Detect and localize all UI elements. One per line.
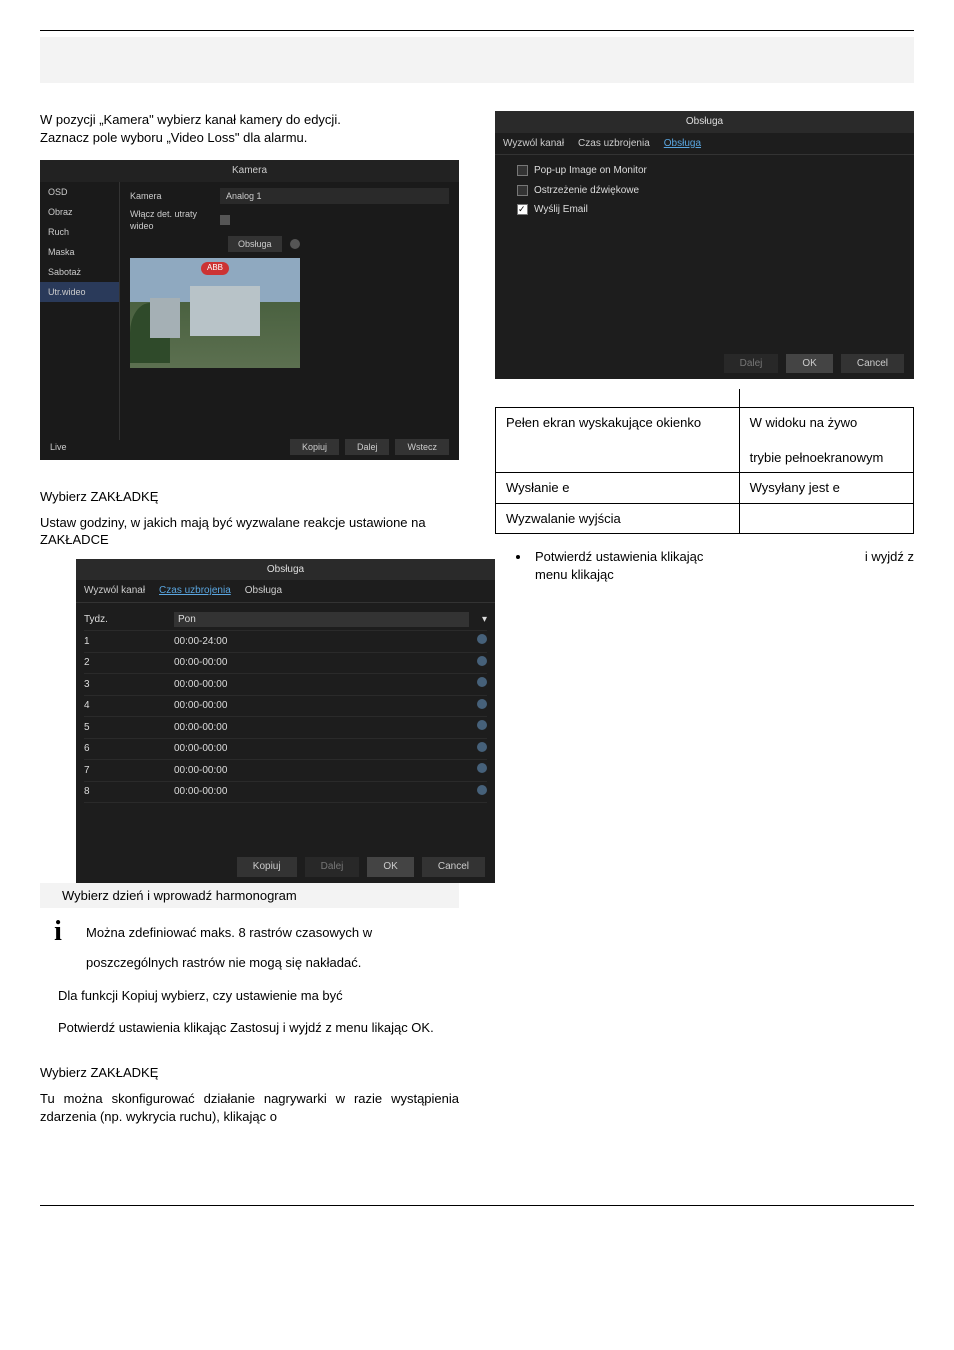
bottom-rule	[40, 1205, 914, 1206]
email-label: Wyślij Email	[534, 203, 588, 217]
tab-handling[interactable]: Obsługa	[245, 584, 282, 598]
gear-icon[interactable]	[477, 742, 487, 752]
time-range[interactable]: 00:00-00:00	[174, 742, 469, 756]
handle-title: Obsługa	[495, 111, 914, 133]
dalej-button[interactable]: Dalej	[724, 354, 779, 374]
time-range[interactable]: 00:00-00:00	[174, 764, 469, 778]
videoloss-label: Włącz det. utraty wideo	[130, 208, 220, 232]
sched-row: 400:00-00:00	[84, 696, 487, 718]
gear-icon[interactable]	[477, 634, 487, 644]
videoloss-checkbox[interactable]	[220, 215, 230, 225]
schedule-caption: Wybierz dzień i wprowadź harmonogram	[40, 883, 459, 909]
handle-button[interactable]: Obsługa	[228, 236, 282, 252]
dalej-button[interactable]: Dalej	[305, 857, 360, 877]
camera-label: Kamera	[130, 190, 220, 202]
desc-cell: Wysłanie e	[496, 473, 740, 504]
ok-button[interactable]: OK	[786, 354, 832, 374]
week-value[interactable]: Pon	[174, 612, 469, 628]
gear-icon[interactable]	[477, 785, 487, 795]
preview-badge: ABB	[201, 262, 229, 275]
screenshot-schedule: Obsługa Wyzwól kanał Czas uzbrojenia Obs…	[76, 559, 495, 883]
top-rule	[40, 30, 914, 31]
screenshot-kamera: Kamera OSDObrazRuchMaskaSabotażUtr.wideo…	[40, 160, 459, 460]
popup-label: Pop-up Image on Monitor	[534, 164, 647, 178]
gear-icon[interactable]	[477, 720, 487, 730]
screenshot-handling: Obsługa Wyzwól kanał Czas uzbrojenia Obs…	[495, 111, 914, 379]
tab-arming-time[interactable]: Czas uzbrojenia	[159, 584, 231, 598]
cancel-button[interactable]: Cancel	[841, 354, 904, 374]
info-icon: i	[40, 918, 76, 946]
sidebar-item[interactable]: OSD	[40, 182, 119, 202]
tab-heading-1: Wybierz ZAKŁADKĘ	[40, 488, 459, 506]
gear-icon[interactable]	[477, 763, 487, 773]
cancel-button[interactable]: Cancel	[422, 857, 485, 877]
time-range[interactable]: 00:00-00:00	[174, 699, 469, 713]
tab-handling[interactable]: Obsługa	[664, 137, 701, 151]
kopiuj-button[interactable]: Kopiuj	[237, 857, 297, 877]
camera-preview: ABB	[130, 258, 300, 368]
sidebar-item[interactable]: Obraz	[40, 202, 119, 222]
note-line-3: Dla funkcji Kopiuj wybierz, czy ustawien…	[58, 987, 459, 1005]
email-checkbox[interactable]	[517, 204, 528, 215]
sidebar-item[interactable]: Sabotaż	[40, 262, 119, 282]
desc-cell: Wyzwalanie wyjścia	[496, 503, 740, 534]
sidebar-item[interactable]: Maska	[40, 242, 119, 262]
tab-arming-time[interactable]: Czas uzbrojenia	[578, 137, 650, 151]
sched-row: 600:00-00:00	[84, 739, 487, 761]
intro-line-1: W pozycji „Kamera" wybierz kanał kamery …	[40, 112, 341, 127]
sched-row: 500:00-00:00	[84, 717, 487, 739]
audio-label: Ostrzeżenie dźwiękowe	[534, 184, 639, 198]
dalej-button[interactable]: Dalej	[345, 439, 390, 455]
sched-row: 300:00-00:00	[84, 674, 487, 696]
header-placeholder	[40, 37, 914, 83]
time-range[interactable]: 00:00-00:00	[174, 785, 469, 799]
sidebar-item[interactable]: Ruch	[40, 222, 119, 242]
desc-cell: Pełen ekran wyskakujące okienko	[496, 407, 740, 473]
sched-title: Obsługa	[76, 559, 495, 581]
note-line-2: poszczególnych rastrów nie mogą się nakł…	[86, 954, 459, 972]
ok-button[interactable]: OK	[367, 857, 413, 877]
audio-checkbox[interactable]	[517, 185, 528, 196]
time-range[interactable]: 00:00-24:00	[174, 635, 469, 649]
time-range[interactable]: 00:00-00:00	[174, 656, 469, 670]
kamera-title: Kamera	[40, 160, 459, 182]
camera-select[interactable]: Analog 1	[220, 188, 449, 204]
tab-trigger-channel[interactable]: Wyzwól kanał	[503, 137, 564, 151]
desc-cell: W widoku na żywo trybie pełnoekranowym	[739, 407, 913, 473]
sched-row: 700:00-00:00	[84, 760, 487, 782]
gear-icon[interactable]	[477, 656, 487, 666]
intro-line-2: Zaznacz pole wyboru „Video Loss" dla ala…	[40, 130, 307, 145]
desc-cell	[739, 503, 913, 534]
tab-para-2: Tu można skonfigurować działanie nagrywa…	[40, 1090, 459, 1125]
gear-icon[interactable]	[477, 677, 487, 687]
sched-row: 200:00-00:00	[84, 653, 487, 675]
time-range[interactable]: 00:00-00:00	[174, 678, 469, 692]
tab-heading-2: Wybierz ZAKŁADKĘ	[40, 1064, 459, 1082]
time-range[interactable]: 00:00-00:00	[174, 721, 469, 735]
note-line-4: Potwierdź ustawienia klikając Zastosuj i…	[58, 1019, 459, 1037]
sidebar-item[interactable]: Utr.wideo	[40, 282, 119, 302]
tab-para-1: Ustaw godziny, w jakich mają być wyzwala…	[40, 514, 459, 549]
kopiuj-button[interactable]: Kopiuj	[290, 439, 339, 455]
description-table: Pełen ekran wyskakujące okienko W widoku…	[495, 389, 914, 534]
tab-trigger-channel[interactable]: Wyzwól kanał	[84, 584, 145, 598]
desc-cell: Wysyłany jest e	[739, 473, 913, 504]
note-line-1: Można zdefiniować maks. 8 rastrów czasow…	[86, 924, 459, 942]
live-label: Live	[50, 441, 67, 453]
popup-checkbox[interactable]	[517, 165, 528, 176]
wstecz-button[interactable]: Wstecz	[395, 439, 449, 455]
sched-row: 800:00-00:00	[84, 782, 487, 804]
intro-text: W pozycji „Kamera" wybierz kanał kamery …	[40, 111, 459, 146]
gear-icon[interactable]	[477, 699, 487, 709]
bullet-item: Potwierdź ustawienia klikając i wyjdź z …	[531, 548, 914, 583]
kamera-sidebar: OSDObrazRuchMaskaSabotażUtr.wideo	[40, 182, 120, 440]
sched-row: 100:00-24:00	[84, 631, 487, 653]
week-label: Tydz.	[84, 613, 174, 627]
gear-icon[interactable]	[290, 239, 300, 249]
